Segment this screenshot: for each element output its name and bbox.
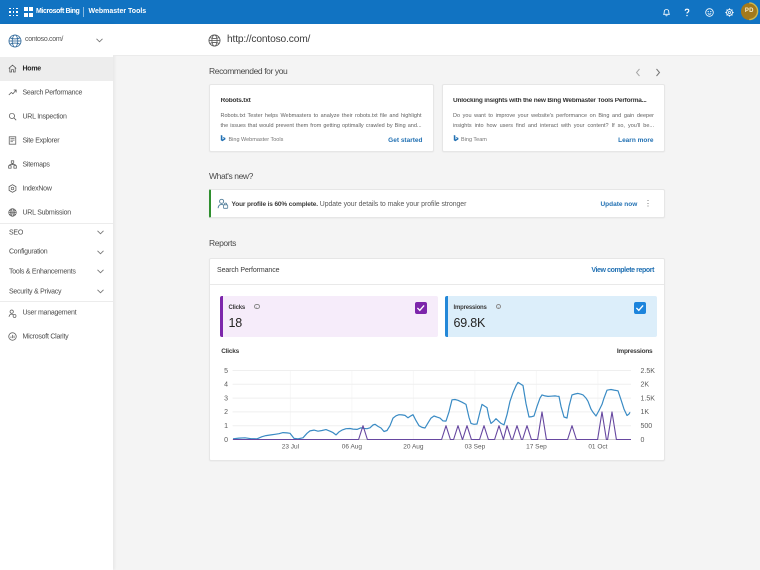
svg-text:06 Aug: 06 Aug xyxy=(342,444,363,451)
svg-text:1.5K: 1.5K xyxy=(641,395,656,402)
svg-text:500: 500 xyxy=(641,423,653,430)
svg-text:2: 2 xyxy=(224,409,228,416)
svg-text:1K: 1K xyxy=(641,409,650,416)
svg-text:5: 5 xyxy=(224,368,228,375)
svg-text:23 Jul: 23 Jul xyxy=(282,444,300,451)
svg-text:0: 0 xyxy=(224,437,228,444)
svg-text:03 Sep: 03 Sep xyxy=(465,444,486,451)
svg-text:17 Sep: 17 Sep xyxy=(526,444,547,451)
svg-text:2K: 2K xyxy=(641,382,650,389)
svg-text:2.5K: 2.5K xyxy=(641,368,656,375)
svg-text:1: 1 xyxy=(224,423,228,430)
svg-text:3: 3 xyxy=(224,395,228,402)
svg-text:4: 4 xyxy=(224,382,228,389)
svg-text:0: 0 xyxy=(641,437,645,444)
svg-text:20 Aug: 20 Aug xyxy=(403,444,424,451)
svg-text:01 Oct: 01 Oct xyxy=(588,444,607,451)
